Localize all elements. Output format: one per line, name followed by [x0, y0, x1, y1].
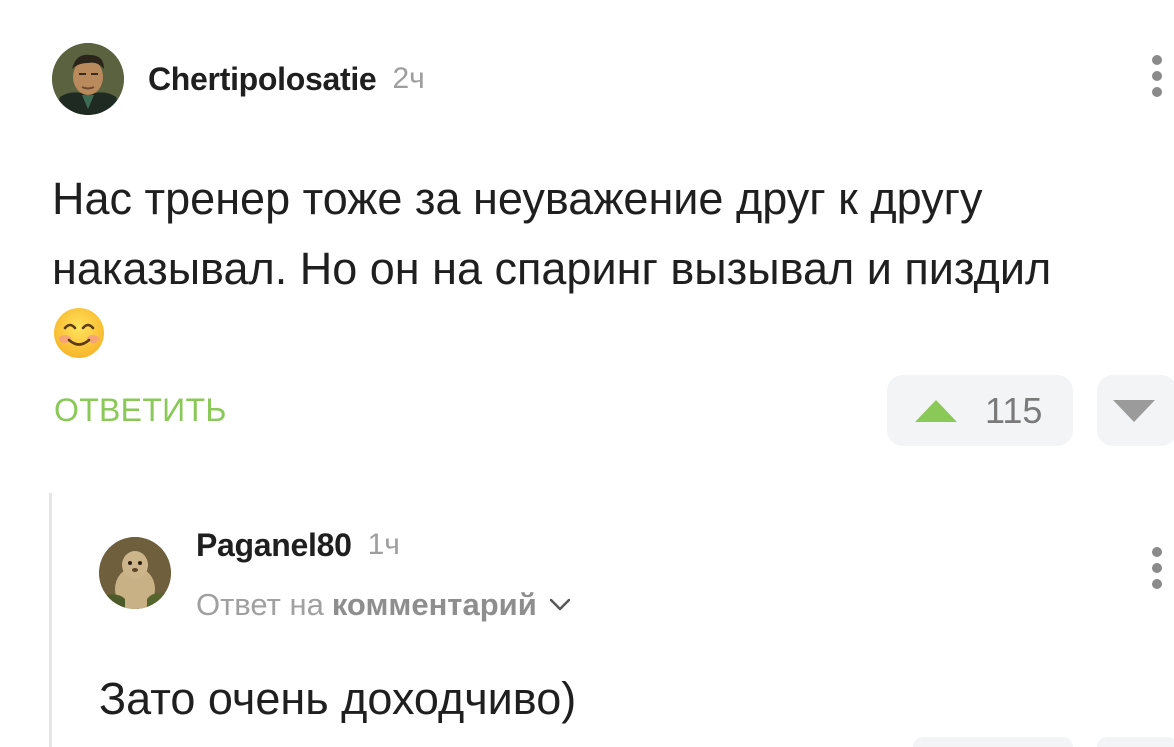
- reply-more-options-icon[interactable]: [1151, 547, 1163, 589]
- avatar[interactable]: [52, 43, 124, 115]
- smiling-face-emoji-icon: [52, 306, 106, 380]
- reply-avatar[interactable]: [99, 537, 171, 609]
- reply-to-link[interactable]: Ответ на комментарий: [196, 585, 571, 625]
- reply-to-target: комментарий: [331, 587, 537, 622]
- reply-text: Зато очень доходчиво): [99, 673, 577, 724]
- downvote-triangle-icon: [1113, 399, 1155, 422]
- chevron-down-icon: [549, 598, 570, 611]
- reply-username[interactable]: Paganel80: [196, 527, 352, 564]
- more-options-icon[interactable]: [1151, 55, 1163, 97]
- thread-line[interactable]: [49, 493, 52, 747]
- comments-page: Chertipolosatie 2ч Нас тренер тоже за не…: [0, 0, 1174, 747]
- reply-to-prefix: Ответ на: [196, 587, 324, 622]
- comment-header: Chertipolosatie 2ч: [52, 43, 425, 115]
- rating-count: 115: [985, 389, 1043, 431]
- comment-text-block: Нас тренер тоже за неуважение друг к дру…: [52, 164, 1162, 380]
- comment-text: Нас тренер тоже за неуважение друг к дру…: [52, 173, 1052, 294]
- reply-upvote-button[interactable]: [913, 737, 1073, 747]
- timestamp: 2ч: [392, 62, 425, 95]
- username[interactable]: Chertipolosatie: [148, 61, 377, 98]
- reply-header: Paganel80 1ч: [196, 525, 400, 565]
- upvote-triangle-icon: [915, 399, 957, 422]
- reply-button[interactable]: ОТВЕТИТЬ: [54, 392, 227, 429]
- upvote-button[interactable]: 115: [887, 375, 1073, 446]
- reply-downvote-button[interactable]: [1097, 737, 1174, 747]
- downvote-button[interactable]: [1097, 375, 1174, 446]
- reply-timestamp: 1ч: [367, 528, 400, 561]
